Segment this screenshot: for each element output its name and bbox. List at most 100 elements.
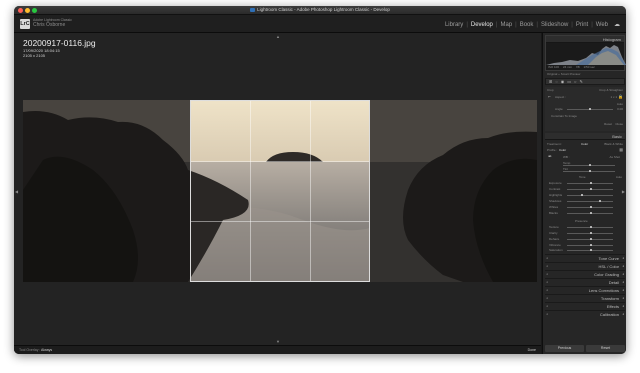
shadows-slider[interactable] <box>567 199 613 202</box>
treatment-bw-option[interactable]: Black & White <box>604 142 623 146</box>
panel-toggle-icon[interactable]: ◂ <box>546 272 548 276</box>
shadows-slider-knob[interactable] <box>599 199 601 202</box>
highlights-label: Highlights <box>549 193 563 197</box>
left-panel-toggle-icon[interactable]: ◀ <box>15 189 18 194</box>
aspect-label: Aspect : <box>555 95 566 99</box>
graduated-filter-icon[interactable]: ▭ <box>567 79 571 84</box>
panel-hsl-color[interactable]: ◂ HSL / Color ◂ <box>545 262 625 269</box>
red-eye-icon[interactable]: ◉ <box>561 79 565 84</box>
photo-preview[interactable] <box>23 100 537 282</box>
crop-reset-button[interactable]: Reset <box>604 122 612 126</box>
profile-select[interactable]: Color <box>559 148 566 152</box>
panel-detail[interactable]: ◂ Detail ◂ <box>545 278 625 285</box>
basic-header[interactable]: Basic <box>545 133 625 140</box>
treatment-color-option[interactable]: Color <box>581 142 588 146</box>
panel-lens-corrections[interactable]: ◂ Lens Corrections ◂ <box>545 286 625 293</box>
temp-slider-knob[interactable] <box>589 163 591 166</box>
top-panel-toggle-icon[interactable]: ▲ <box>276 34 280 39</box>
whites-slider-knob[interactable] <box>590 205 592 208</box>
profile-browser-icon[interactable]: ▦ <box>619 147 623 152</box>
blacks-slider[interactable] <box>567 211 613 214</box>
panel-calibration[interactable]: ◂ Calibration ◂ <box>545 310 625 317</box>
module-map[interactable]: Map <box>500 22 512 28</box>
texture-slider-knob[interactable] <box>590 225 592 228</box>
panel-effects[interactable]: ◂ Effects ◂ <box>545 302 625 309</box>
clarity-slider-knob[interactable] <box>590 231 592 234</box>
lightroom-app-icon <box>250 7 256 12</box>
panel-toggle-icon[interactable]: ◂ <box>546 304 548 308</box>
panel-lens-corrections-label: Lens Corrections <box>588 288 619 294</box>
spot-removal-icon[interactable]: ◌ <box>555 79 557 84</box>
panel-toggle-icon[interactable]: ◂ <box>546 256 548 260</box>
histogram-header[interactable]: Histogram <box>546 36 624 43</box>
bottom-panel-toggle-icon[interactable]: ▼ <box>276 339 280 344</box>
vibrance-slider-knob[interactable] <box>590 243 592 246</box>
right-panel-toggle-icon[interactable]: ▶ <box>622 189 625 194</box>
blacks-slider-knob[interactable] <box>590 211 592 214</box>
crop-tool-icon[interactable]: ⊞ <box>549 79 552 84</box>
done-button[interactable]: Done <box>528 348 536 352</box>
module-book[interactable]: Book <box>520 22 534 28</box>
shadows-label: Shadows <box>549 199 562 203</box>
histogram-title: Histogram <box>602 36 621 42</box>
exposure-slider[interactable] <box>567 181 613 184</box>
temp-slider[interactable] <box>563 163 615 166</box>
panel-transform[interactable]: ◂ Transform ◂ <box>545 294 625 301</box>
tint-slider-knob[interactable] <box>589 169 591 172</box>
panel-toggle-icon[interactable]: ◂ <box>546 288 548 292</box>
basic-panel: Basic Treatment : Color Black & White Pr… <box>545 133 625 253</box>
panel-toggle-icon[interactable]: ◂ <box>546 280 548 284</box>
tint-slider[interactable] <box>563 169 615 172</box>
constrain-checkbox-label[interactable]: Constrain To Image <box>551 114 577 118</box>
vibrance-slider[interactable] <box>567 243 613 246</box>
contrast-slider-knob[interactable] <box>590 187 592 190</box>
identity-text: Adobe Lightroom Classic Chris Osborne <box>33 18 72 28</box>
module-library[interactable]: Library <box>445 22 463 28</box>
module-develop[interactable]: Develop <box>471 22 493 28</box>
module-print[interactable]: Print <box>576 22 588 28</box>
crop-close-button[interactable]: Close <box>615 122 623 126</box>
angle-value[interactable]: 0.00 <box>617 107 623 111</box>
dehaze-slider[interactable] <box>567 237 613 240</box>
brush-icon[interactable]: ✎ <box>579 79 582 84</box>
dehaze-slider-knob[interactable] <box>590 237 592 240</box>
expand-icon: ◂ <box>622 288 624 292</box>
wb-select[interactable]: As Shot <box>609 155 620 159</box>
cloud-sync-icon[interactable]: ☁ <box>614 21 620 28</box>
panel-toggle-icon[interactable]: ◂ <box>546 312 548 316</box>
tool-overlay-select[interactable]: Always <box>41 348 52 352</box>
panel-color-grading[interactable]: ◂ Color Grading ◂ <box>545 270 625 277</box>
panel-toggle-icon[interactable]: ◂ <box>546 296 548 300</box>
window-title: Lightroom Classic - Adobe Photoshop Ligh… <box>14 7 626 12</box>
saturation-slider[interactable] <box>567 248 613 251</box>
texture-slider[interactable] <box>567 225 613 228</box>
crop-label: Crop <box>547 88 554 92</box>
reset-button[interactable]: Reset <box>586 345 625 352</box>
exposure-slider-knob[interactable] <box>590 181 592 184</box>
wb-picker-icon[interactable]: ✒ <box>548 154 552 160</box>
highlights-slider-knob[interactable] <box>581 193 583 196</box>
previous-button[interactable]: Previous <box>545 345 584 352</box>
lock-icon[interactable]: 🔒 <box>618 94 623 99</box>
saturation-slider-knob[interactable] <box>590 248 592 251</box>
panel-toggle-icon[interactable]: ◂ <box>546 264 548 268</box>
panel-tone-curve[interactable]: ◂ Tone Curve ◂ <box>545 254 625 261</box>
crop-auto-button[interactable]: Auto <box>617 102 623 106</box>
tone-auto-button[interactable]: Auto <box>616 175 622 179</box>
crop-frame[interactable] <box>190 100 370 282</box>
module-picker: Library | Develop | Map | Book | Slideshow | … <box>444 21 620 29</box>
radial-filter-icon[interactable]: ○ <box>574 79 576 84</box>
angle-slider[interactable] <box>567 107 613 110</box>
module-slideshow[interactable]: Slideshow <box>541 22 568 28</box>
crop-overlay-icon[interactable]: ⌐ <box>548 94 551 100</box>
app-window: Lightroom Classic - Adobe Photoshop Ligh… <box>14 6 626 354</box>
contrast-slider[interactable] <box>567 187 613 190</box>
tool-strip: ⊞ ◌ ◉ ▭ ○ ✎ <box>545 78 625 85</box>
highlights-slider[interactable] <box>567 193 613 196</box>
angle-slider-knob[interactable] <box>589 107 591 110</box>
whites-slider[interactable] <box>567 205 613 208</box>
main-canvas: 20200917-0116.jpg 17/09/2020 18:04:15 21… <box>14 33 541 354</box>
module-web[interactable]: Web <box>596 22 608 28</box>
clarity-slider[interactable] <box>567 231 613 234</box>
aspect-value[interactable]: 1 x 1 <box>610 95 617 99</box>
